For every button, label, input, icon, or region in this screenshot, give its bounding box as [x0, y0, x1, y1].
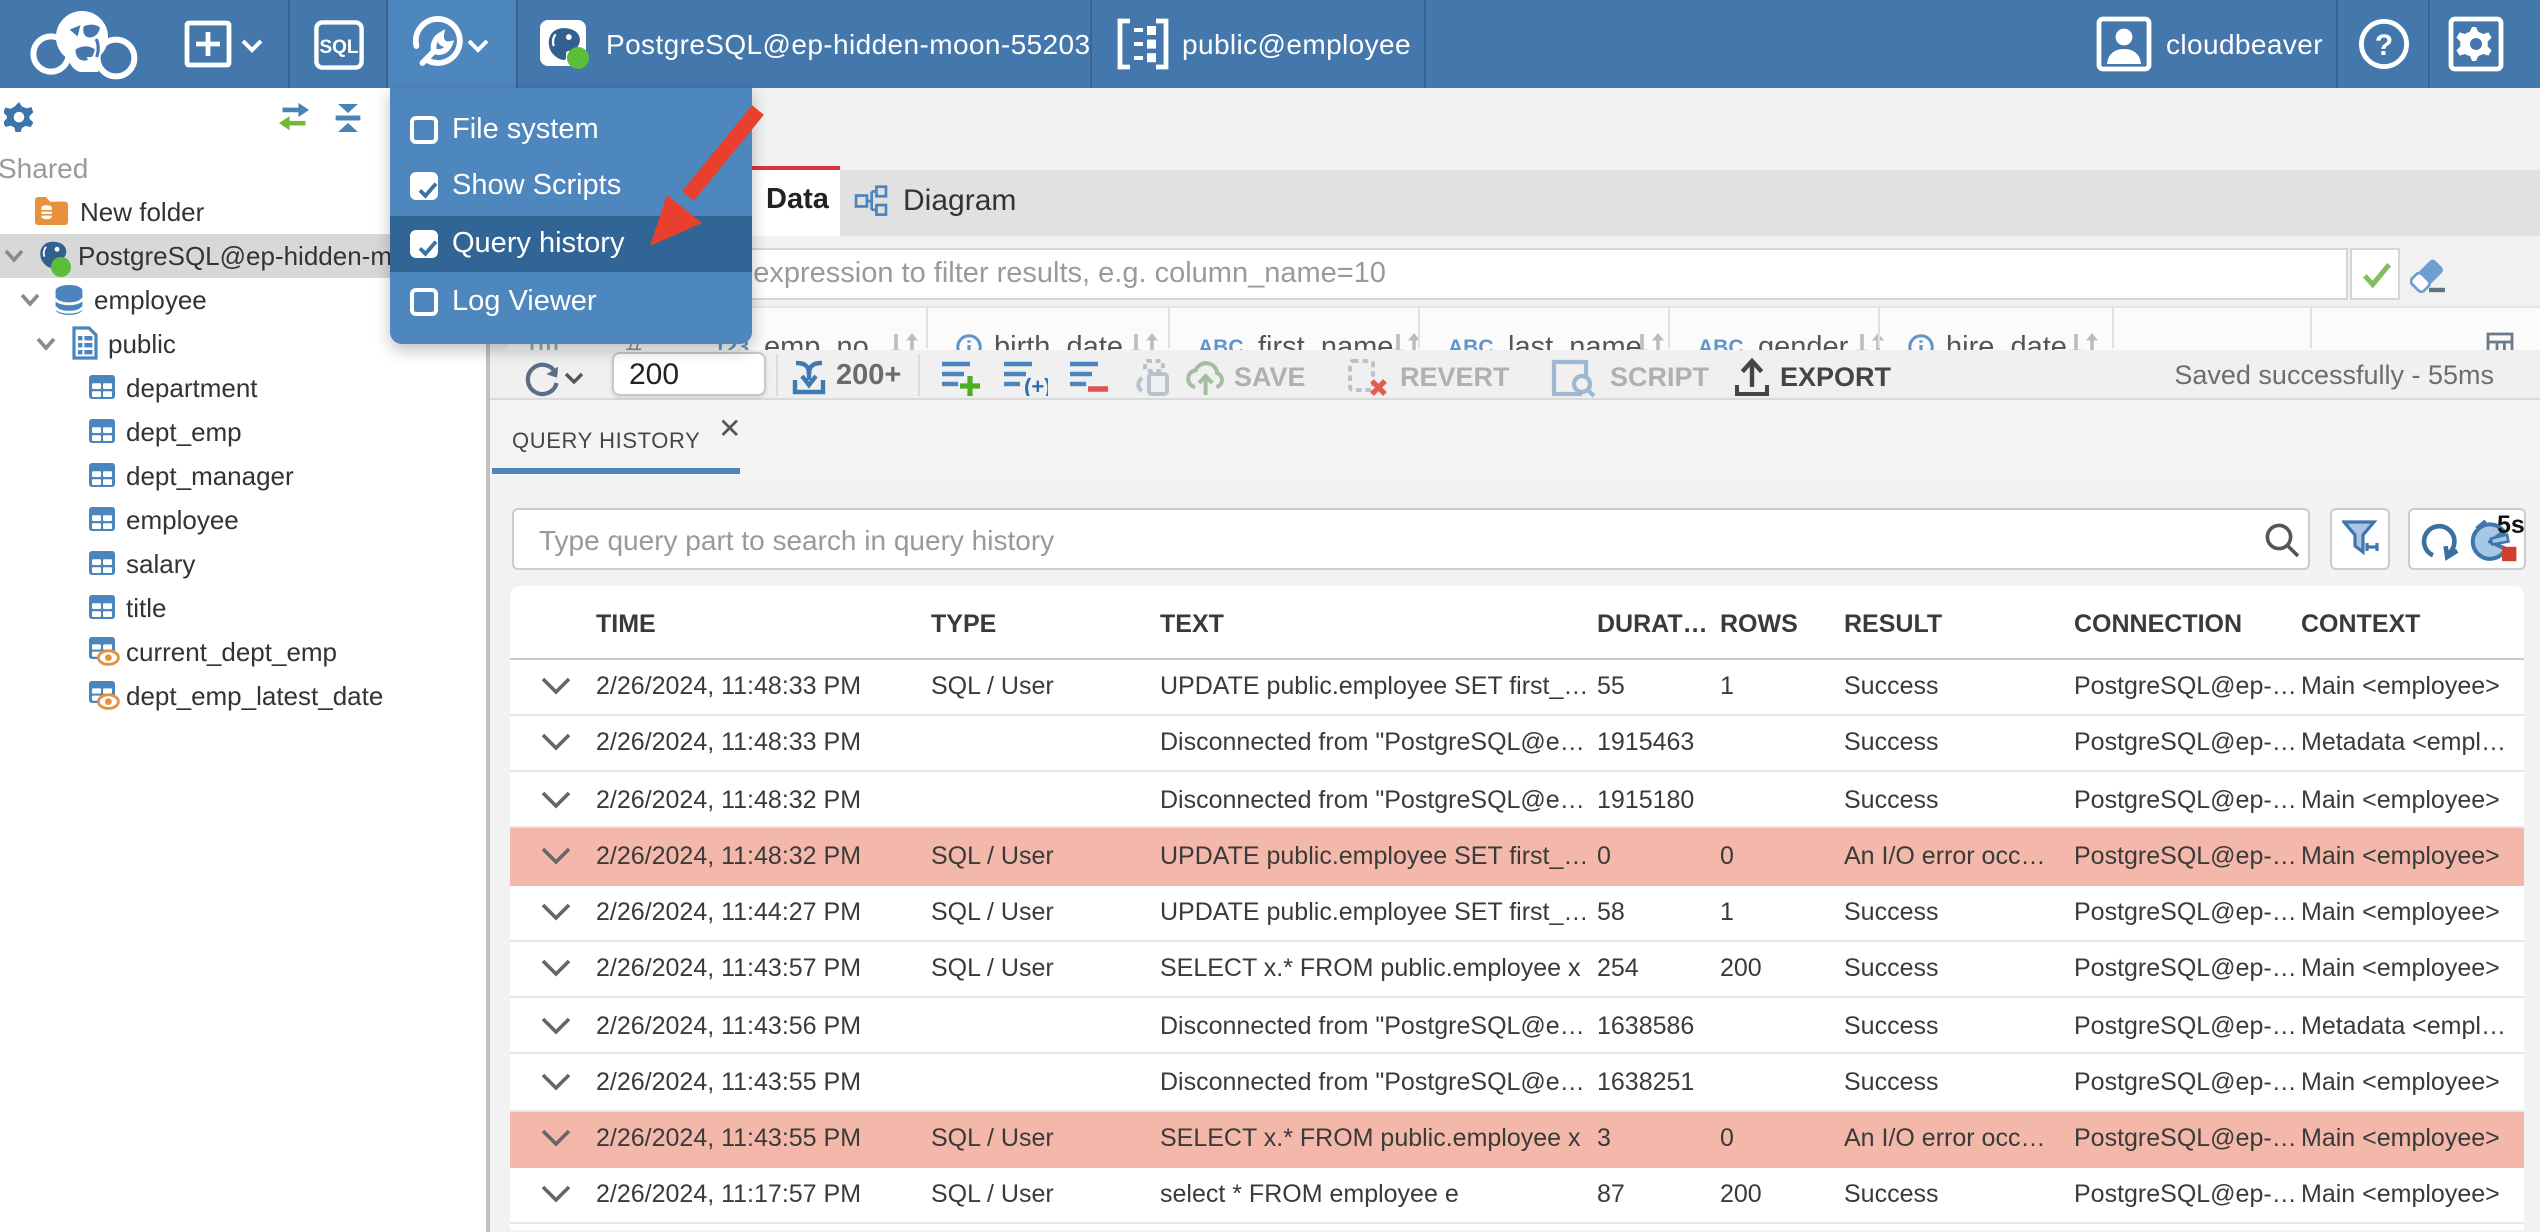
svg-text:(+): (+) — [1024, 373, 1048, 395]
svg-text:5s: 5s — [2497, 511, 2525, 539]
svg-text:SQL: SQL — [319, 37, 358, 58]
svg-text:?: ? — [2375, 29, 2393, 62]
